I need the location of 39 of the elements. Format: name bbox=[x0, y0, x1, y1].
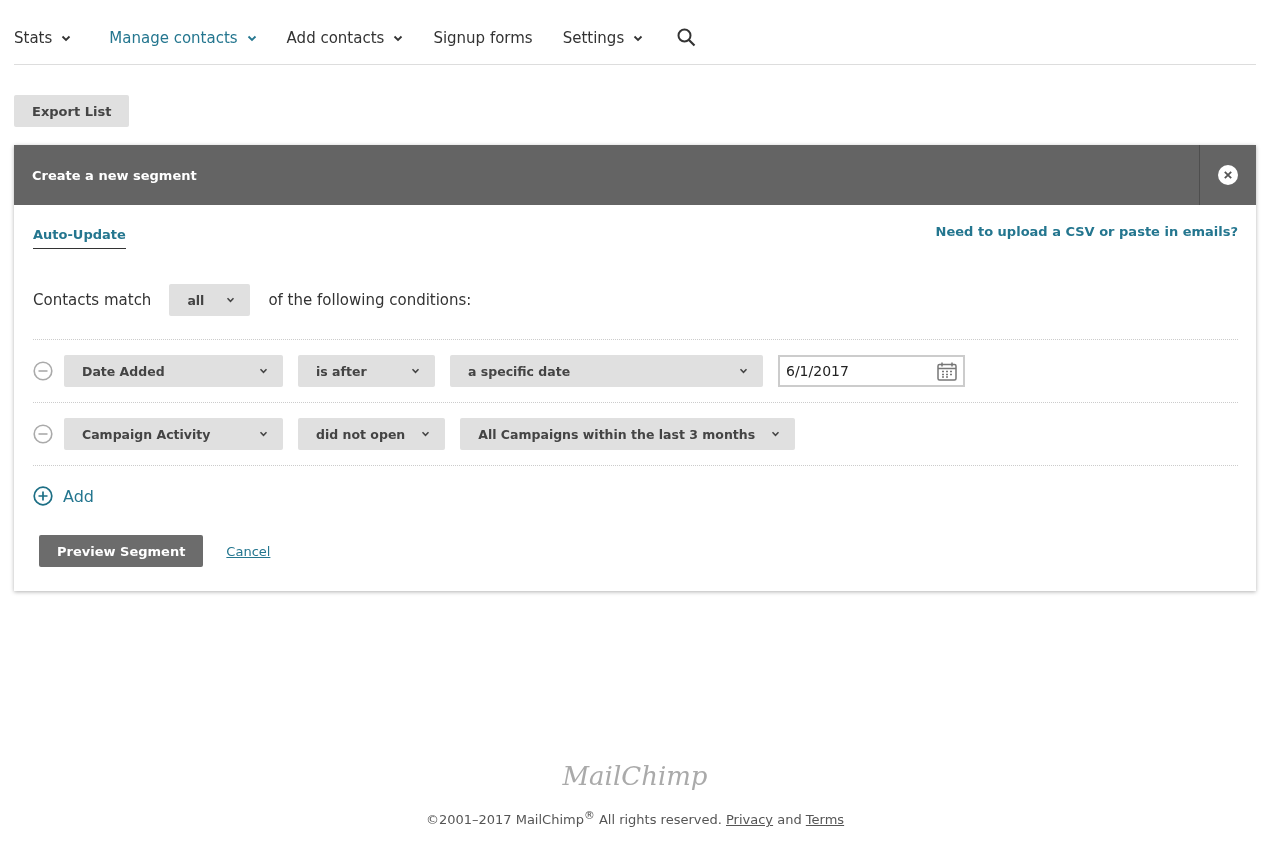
footer-link[interactable]: Privacy bbox=[726, 812, 774, 828]
nav-tab[interactable]: Stats bbox=[14, 15, 72, 61]
caret-icon bbox=[739, 368, 748, 374]
search-icon[interactable] bbox=[677, 27, 697, 47]
plus-icon bbox=[33, 486, 53, 506]
preview-segment-button[interactable]: Preview Segment bbox=[39, 535, 204, 567]
match-label: Contacts match bbox=[33, 291, 152, 309]
caret-icon bbox=[259, 368, 268, 374]
caret-icon bbox=[421, 431, 431, 437]
panel-title: Create a new segment bbox=[31, 167, 198, 183]
condition-dropdown[interactable]: Campaign Activity bbox=[64, 418, 283, 450]
export-list-button[interactable]: Export List bbox=[14, 95, 130, 127]
remove-icon[interactable] bbox=[33, 361, 53, 381]
condition-dropdown[interactable]: did not open bbox=[298, 418, 446, 450]
remove-icon[interactable] bbox=[33, 424, 53, 444]
caret-icon bbox=[259, 431, 268, 437]
footer-text: ©2001–2017 MailChimp$^{®}$ All rights reserved. Privacy and Terms bbox=[424, 809, 846, 828]
condition-dropdown[interactable]: a specific date bbox=[450, 355, 763, 387]
match-dropdown[interactable]: all bbox=[169, 284, 251, 316]
nav-tab[interactable]: Manage contacts bbox=[109, 15, 257, 61]
footer-link[interactable]: Terms bbox=[805, 812, 845, 828]
upload-csv-link[interactable]: Need to upload a CSV or paste in emails? bbox=[935, 224, 1238, 239]
calendar-icon[interactable] bbox=[937, 362, 957, 381]
cancel-link[interactable]: Cancel bbox=[226, 543, 271, 559]
logo: MailChimp bbox=[562, 761, 708, 791]
caret-icon bbox=[411, 368, 420, 374]
nav-tab[interactable]: Add contacts bbox=[286, 15, 404, 61]
caret-icon bbox=[226, 297, 236, 303]
nav-tab[interactable]: Settings bbox=[562, 15, 644, 61]
close-icon[interactable] bbox=[1218, 165, 1238, 185]
add-condition-link[interactable]: Add bbox=[33, 486, 94, 506]
match-suffix: of the following conditions: bbox=[268, 291, 472, 309]
tab[interactable]: Auto-Update bbox=[33, 227, 126, 249]
caret-icon bbox=[771, 431, 781, 437]
nav-tab[interactable]: Signup forms bbox=[433, 15, 533, 61]
condition-dropdown[interactable]: is after bbox=[298, 355, 435, 387]
condition-dropdown[interactable]: All Campaigns within the last 3 months bbox=[460, 418, 796, 450]
date-field[interactable]: 6/1/2017 bbox=[778, 355, 965, 387]
condition-dropdown[interactable]: Date Added bbox=[64, 355, 283, 387]
